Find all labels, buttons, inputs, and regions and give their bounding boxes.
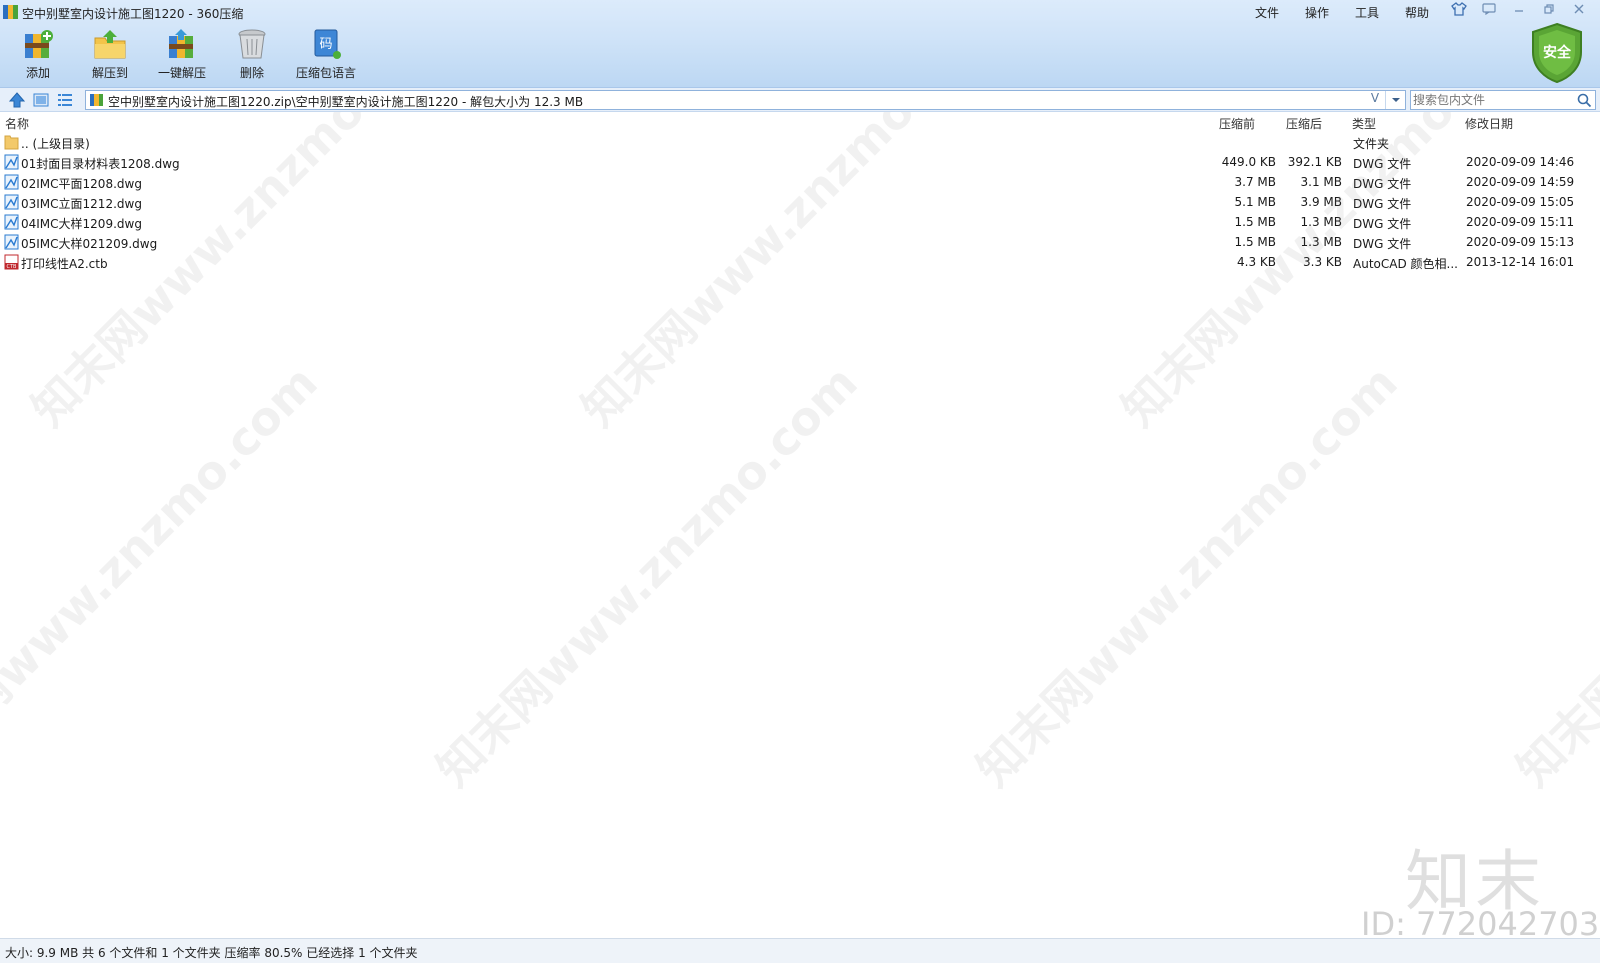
menu-operate[interactable]: 操作 — [1305, 4, 1329, 21]
add-label: 添加 — [25, 66, 50, 80]
menu-help[interactable]: 帮助 — [1405, 4, 1429, 21]
path-dropdown-button[interactable] — [1385, 91, 1405, 109]
file-name: 01封面目录材料表1208.dwg — [21, 157, 180, 171]
archive-icon — [90, 94, 103, 106]
file-size-after: 3.3 KB — [1303, 255, 1342, 269]
file-size-after: 3.9 MB — [1300, 195, 1342, 209]
status-bar: 大小: 9.9 MB 共 6 个文件和 1 个文件夹 压缩率 80.5% 已经选… — [0, 938, 1600, 963]
file-type: DWG 文件 — [1353, 197, 1412, 211]
dwg-file-icon — [4, 214, 19, 230]
status-text: 大小: 9.9 MB 共 6 个文件和 1 个文件夹 压缩率 80.5% 已经选… — [5, 946, 418, 960]
file-name: 05IMC大样021209.dwg — [21, 237, 158, 251]
security-shield-button[interactable]: 安全 — [1529, 22, 1585, 84]
close-icon[interactable] — [1568, 2, 1590, 20]
extract-to-icon — [94, 30, 126, 59]
file-name: 03IMC立面1212.dwg — [21, 197, 142, 211]
extract-to-label: 解压到 — [91, 66, 128, 80]
file-date: 2020-09-09 15:13 — [1466, 235, 1575, 249]
file-date: 2020-09-09 14:46 — [1466, 155, 1575, 169]
path-text: 空中别墅室内设计施工图1220.zip\空中别墅室内设计施工图1220 - 解包… — [108, 95, 584, 109]
add-archive-icon — [25, 30, 53, 58]
column-header: 名称 压缩前 压缩后 类型 修改日期 — [0, 112, 1600, 132]
chevron-down-icon — [1392, 98, 1400, 102]
file-type: 文件夹 — [1353, 137, 1390, 151]
menu-tools[interactable]: 工具 — [1355, 4, 1379, 21]
file-size-after: 3.1 MB — [1300, 175, 1342, 189]
up-arrow-icon[interactable] — [8, 91, 26, 109]
dwg-file-icon — [4, 154, 19, 170]
restore-icon[interactable] — [1538, 2, 1560, 20]
delete-label: 删除 — [239, 66, 264, 80]
file-type: DWG 文件 — [1353, 237, 1412, 251]
file-name: .. (上级目录) — [21, 137, 90, 151]
thumbnail-view-icon[interactable] — [32, 91, 50, 109]
file-name: 04IMC大样1209.dwg — [21, 217, 142, 231]
one-click-extract-icon — [169, 29, 193, 58]
archive-language-label: 压缩包语言 — [295, 66, 356, 80]
path-bar[interactable]: 空中别墅室内设计施工图1220.zip\空中别墅室内设计施工图1220 - 解包… — [85, 90, 1406, 110]
feedback-icon[interactable] — [1478, 2, 1500, 20]
dwg-file-icon — [4, 174, 19, 190]
file-date: 2020-09-09 15:05 — [1466, 195, 1575, 209]
list-item[interactable]: 03IMC立面1212.dwg 5.1 MB 3.9 MB DWG 文件 202… — [0, 192, 1600, 212]
file-size-after: 392.1 KB — [1287, 155, 1342, 169]
column-size-after[interactable]: 压缩后 — [1286, 115, 1322, 132]
window-title: 空中别墅室内设计施工图1220 - 360压缩 — [22, 7, 244, 21]
list-item-parent-folder[interactable]: .. (上级目录) 文件夹 — [0, 132, 1600, 152]
archive-language-icon: 码 — [314, 29, 341, 59]
file-type: AutoCAD 颜色相... — [1353, 257, 1458, 271]
file-size-after: 1.3 MB — [1300, 215, 1342, 229]
file-type: DWG 文件 — [1353, 157, 1412, 171]
column-name[interactable]: 名称 — [5, 115, 29, 132]
list-item[interactable]: 04IMC大样1209.dwg 1.5 MB 1.3 MB DWG 文件 202… — [0, 212, 1600, 232]
search-box — [1410, 90, 1596, 110]
top-bar: 空中别墅室内设计施工图1220 - 360压缩 文件 操作 工具 帮助 添加 解… — [0, 0, 1600, 88]
address-row: 空中别墅室内设计施工图1220.zip\空中别墅室内设计施工图1220 - 解包… — [0, 88, 1600, 112]
trash-icon — [238, 29, 266, 59]
ctb-file-icon: CTB — [4, 254, 19, 270]
list-item[interactable]: CTB 打印线性A2.ctb 4.3 KB 3.3 KB AutoCAD 颜色相… — [0, 252, 1600, 272]
file-date: 2020-09-09 14:59 — [1466, 175, 1575, 189]
language-icon-char: 码 — [319, 37, 332, 52]
file-date: 2020-09-09 15:11 — [1466, 215, 1575, 229]
list-item[interactable]: 05IMC大样021209.dwg 1.5 MB 1.3 MB DWG 文件 2… — [0, 232, 1600, 252]
security-label: 安全 — [1543, 45, 1571, 61]
add-button[interactable]: 添加 — [5, 28, 71, 84]
file-type: DWG 文件 — [1353, 177, 1412, 191]
dwg-file-icon — [4, 234, 19, 250]
one-click-extract-label: 一键解压 — [157, 66, 206, 80]
ctb-icon-text: CTB — [7, 264, 18, 270]
list-item[interactable]: 01封面目录材料表1208.dwg 449.0 KB 392.1 KB DWG … — [0, 152, 1600, 172]
column-type[interactable]: 类型 — [1352, 115, 1376, 132]
extract-to-button[interactable]: 解压到 — [77, 28, 143, 84]
delete-button[interactable]: 删除 — [219, 28, 285, 84]
menu-file[interactable]: 文件 — [1255, 4, 1279, 21]
file-name: 打印线性A2.ctb — [21, 257, 108, 271]
app-window: 空中别墅室内设计施工图1220 - 360压缩 文件 操作 工具 帮助 添加 解… — [0, 0, 1600, 963]
file-size-after: 1.3 MB — [1300, 235, 1342, 249]
dwg-file-icon — [4, 194, 19, 210]
list-item[interactable]: 02IMC平面1208.dwg 3.7 MB 3.1 MB DWG 文件 202… — [0, 172, 1600, 192]
minimize-icon[interactable] — [1508, 2, 1530, 20]
search-input[interactable] — [1413, 92, 1573, 108]
column-date[interactable]: 修改日期 — [1465, 115, 1513, 132]
folder-icon — [4, 135, 19, 150]
archive-language-button[interactable]: 码 压缩包语言 — [290, 28, 362, 84]
app-icon — [3, 5, 18, 19]
search-icon[interactable] — [1577, 93, 1592, 108]
one-click-extract-button[interactable]: 一键解压 — [149, 28, 215, 84]
title-bar[interactable]: 空中别墅室内设计施工图1220 - 360压缩 文件 操作 工具 帮助 — [0, 0, 1600, 24]
column-size-before[interactable]: 压缩前 — [1219, 115, 1255, 132]
file-date: 2013-12-14 16:01 — [1466, 255, 1575, 269]
file-list: 名称 压缩前 压缩后 类型 修改日期 .. (上级目录) 文件夹 01封面目录材… — [0, 112, 1600, 938]
file-name: 02IMC平面1208.dwg — [21, 177, 142, 191]
path-history-button[interactable]: V — [1367, 91, 1383, 109]
skin-shirt-icon[interactable] — [1448, 2, 1470, 20]
list-view-icon[interactable] — [56, 91, 74, 109]
file-type: DWG 文件 — [1353, 217, 1412, 231]
